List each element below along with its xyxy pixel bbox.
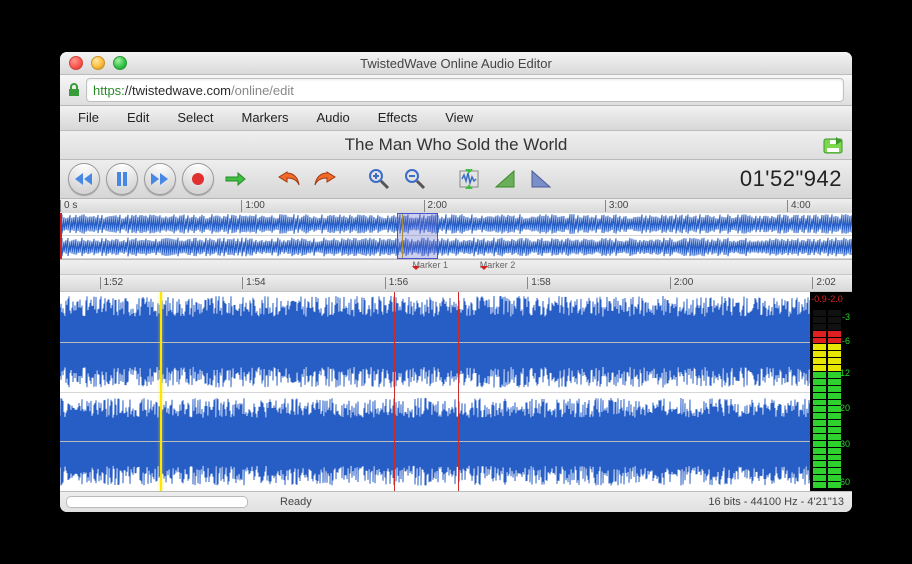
record-button[interactable]: [182, 163, 214, 195]
menu-bar: File Edit Select Markers Audio Effects V…: [60, 106, 852, 131]
fade-in-button[interactable]: [490, 164, 520, 194]
menu-markers[interactable]: Markers: [228, 106, 303, 130]
window-title: TwistedWave Online Audio Editor: [60, 56, 852, 71]
menu-effects[interactable]: Effects: [364, 106, 432, 130]
detail-tick: 1:58: [527, 277, 550, 289]
overview-waveform-left[interactable]: [60, 213, 852, 236]
traffic-lights: [60, 56, 127, 70]
overview-tick: 0 s: [60, 200, 77, 212]
meter-scale-label: -6: [842, 336, 850, 346]
detail-tick: 1:56: [385, 277, 408, 289]
pause-button[interactable]: [106, 163, 138, 195]
fade-out-button[interactable]: [526, 164, 556, 194]
overview-tick: 1:00: [241, 200, 264, 212]
overview-view-window[interactable]: [397, 213, 439, 259]
menu-view[interactable]: View: [431, 106, 487, 130]
goto-playhead-button[interactable]: [220, 164, 250, 194]
url-host: //twistedwave.com: [125, 83, 231, 98]
detail-tick: 2:02: [812, 277, 835, 289]
meter-bar-left: [813, 310, 826, 489]
zoom-in-button[interactable]: [364, 164, 394, 194]
overview-ruler[interactable]: 0 s 1:00 2:00 3:00 4:00: [60, 199, 852, 214]
peak-reading-left: -0.9: [811, 294, 827, 308]
meter-scale-label: -60: [837, 477, 850, 487]
markers-strip[interactable]: Marker 1 Marker 2: [60, 260, 852, 275]
detail-waveform-left[interactable]: [60, 292, 810, 393]
detail-tick: 1:54: [242, 277, 265, 289]
overview-tick: 4:00: [787, 200, 810, 212]
rewind-button[interactable]: [68, 163, 100, 195]
time-display: 01'52"942: [740, 160, 842, 198]
overview-panel[interactable]: 0 s 1:00 2:00 3:00 4:00: [60, 199, 852, 260]
meter-scale-label: -12: [837, 368, 850, 378]
menu-audio[interactable]: Audio: [302, 106, 363, 130]
app-window: TwistedWave Online Audio Editor https://…: [60, 52, 852, 512]
detail-waveform-right[interactable]: [60, 392, 810, 492]
overview-start-marker: [60, 213, 62, 259]
meter-scale-label: -3: [842, 312, 850, 322]
normalize-button[interactable]: [454, 164, 484, 194]
minimize-window-button[interactable]: [91, 56, 105, 70]
overview-waveform-right[interactable]: [60, 236, 852, 259]
playhead-cursor[interactable]: [160, 292, 162, 491]
close-window-button[interactable]: [69, 56, 83, 70]
overview-tick: 2:00: [424, 200, 447, 212]
menu-file[interactable]: File: [64, 106, 113, 130]
overview-tick: 3:00: [605, 200, 628, 212]
meter-scale-label: -20: [837, 403, 850, 413]
undo-button[interactable]: [274, 164, 304, 194]
toolbar: 01'52"942: [60, 160, 852, 199]
menu-select[interactable]: Select: [163, 106, 227, 130]
redo-button[interactable]: [310, 164, 340, 194]
marker-line[interactable]: [458, 292, 459, 491]
level-meter: -0.9 -2.0 -3 -6 -12 -20 -30 -60: [810, 292, 852, 491]
menu-edit[interactable]: Edit: [113, 106, 163, 130]
detail-tick: 1:52: [100, 277, 123, 289]
document-title: The Man Who Sold the World: [345, 135, 568, 155]
save-icon[interactable]: [822, 135, 844, 160]
file-info: 16 bits - 44100 Hz - 4'21"13: [708, 496, 844, 508]
marker-arrow-icon[interactable]: [480, 266, 488, 274]
detail-area: -0.9 -2.0 -3 -6 -12 -20 -30 -60: [60, 292, 852, 491]
detail-tick: 2:00: [670, 277, 693, 289]
document-title-bar: The Man Who Sold the World: [60, 131, 852, 160]
meter-bar-right: [828, 310, 841, 489]
detail-waveform[interactable]: [60, 292, 810, 491]
status-bar: Ready 16 bits - 44100 Hz - 4'21"13: [60, 491, 852, 512]
url-field[interactable]: https://twistedwave.com/online/edit: [86, 78, 844, 102]
zoom-out-button[interactable]: [400, 164, 430, 194]
lock-icon: [68, 83, 80, 97]
detail-ruler[interactable]: 1:52 1:54 1:56 1:58 2:00 2:02: [60, 275, 852, 292]
fast-forward-button[interactable]: [144, 163, 176, 195]
marker-line[interactable]: [394, 292, 395, 491]
status-text: Ready: [280, 496, 312, 508]
meter-scale-label: -30: [837, 439, 850, 449]
peak-reading-right: -2.0: [827, 294, 843, 308]
marker-arrow-icon[interactable]: [412, 266, 420, 274]
url-proto: https:: [93, 83, 125, 98]
titlebar: TwistedWave Online Audio Editor: [60, 52, 852, 75]
zoom-window-button[interactable]: [113, 56, 127, 70]
loading-progress: [66, 496, 248, 508]
address-bar: https://twistedwave.com/online/edit: [60, 75, 852, 106]
url-path: /online/edit: [231, 83, 294, 98]
